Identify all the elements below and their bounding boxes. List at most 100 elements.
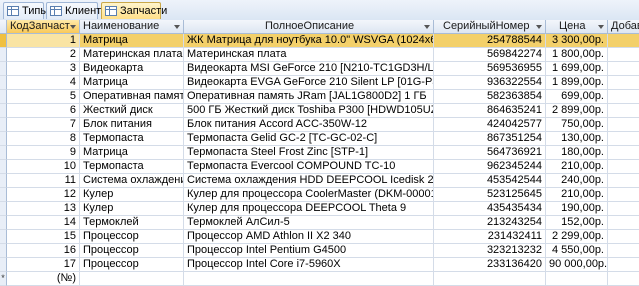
row-selector[interactable] (0, 62, 7, 76)
row-selector[interactable] (0, 216, 7, 230)
cell-serial[interactable]: 424042577 (434, 118, 546, 132)
cell-description[interactable]: Видеокарта EVGA GeForce 210 Silent LP [0… (184, 76, 434, 90)
cell-id[interactable]: 16 (7, 244, 80, 258)
cell-price[interactable]: 152,00р. (546, 216, 608, 230)
cell-serial[interactable]: 564736921 (434, 146, 546, 160)
cell-price[interactable]: 1 800,00р. (546, 48, 608, 62)
cell-name[interactable]: Процессор (80, 230, 184, 244)
cell-serial[interactable]: 453542544 (434, 174, 546, 188)
cell-name[interactable]: Видеокарта (80, 62, 184, 76)
cell-description[interactable]: Термопаста Evercool COMPOUND TC-10 (184, 160, 434, 174)
cell-description[interactable]: Процессор AMD Athlon II X2 340 (184, 230, 434, 244)
cell-price[interactable]: 190,00р. (546, 202, 608, 216)
cell-name[interactable]: Термопаста (80, 132, 184, 146)
cell-id[interactable]: 13 (7, 202, 80, 216)
cell-description[interactable]: Термоклей АлСил-5 (184, 216, 434, 230)
table-row[interactable]: 2 Материнская плата Материнская плата 56984… (0, 48, 639, 62)
new-record-cell[interactable] (608, 272, 639, 286)
cell-serial[interactable]: 231432411 (434, 230, 546, 244)
table-row[interactable]: 4 Матрица Видеокарта EVGA GeForce 210 Sile… (0, 76, 639, 90)
table-row[interactable]: 3 Видеокарта Видеокарта MSI GeForce 210 [N… (0, 62, 639, 76)
table-row[interactable]: 13 Кулер Кулер для процессора DEEPCOOL The… (0, 202, 639, 216)
cell-price[interactable]: 3 300,00р. (546, 34, 608, 48)
chevron-down-icon[interactable] (598, 25, 604, 29)
cell-name[interactable]: Система охлаждения (80, 174, 184, 188)
table-row[interactable]: 1 Матрица ЖК Матрица для ноутбука 10.0" WS… (0, 34, 639, 48)
tab-parts[interactable]: Запчасти (101, 2, 167, 19)
cell-price[interactable]: 2 899,00р. (546, 104, 608, 118)
row-selector[interactable] (0, 174, 7, 188)
row-selector[interactable] (0, 104, 7, 118)
cell-name[interactable]: Оперативная память (80, 90, 184, 104)
cell-id[interactable]: 12 (7, 188, 80, 202)
table-row[interactable]: 7 Блок питания Блок питания Accord ACC-350… (0, 118, 639, 132)
cell-serial[interactable]: 936322554 (434, 76, 546, 90)
cell-price[interactable]: 90 000,00р. (546, 258, 608, 272)
column-header-add[interactable]: Добав (608, 20, 639, 34)
cell-price[interactable]: 130,00р. (546, 132, 608, 146)
cell-description[interactable]: Оперативная память JRam [JAL1G800D2] 1 Г… (184, 90, 434, 104)
select-all-corner[interactable] (0, 20, 7, 34)
cell-id[interactable]: 9 (7, 146, 80, 160)
cell-serial[interactable]: 233136420 (434, 258, 546, 272)
cell-price[interactable]: 210,00р. (546, 160, 608, 174)
cell-id[interactable]: 1 (7, 34, 80, 48)
row-selector[interactable] (0, 132, 7, 146)
new-record-cell[interactable] (434, 272, 546, 286)
table-row[interactable]: 9 Матрица Термопаста Steel Frost Zinc [STP… (0, 146, 639, 160)
cell-serial[interactable]: 962345244 (434, 160, 546, 174)
chevron-down-icon[interactable] (174, 25, 180, 29)
chevron-down-icon[interactable] (70, 25, 76, 29)
cell-serial[interactable]: 254788544 (434, 34, 546, 48)
cell-id[interactable]: 11 (7, 174, 80, 188)
new-record-row[interactable]: * (№) (0, 272, 639, 286)
row-selector[interactable] (0, 202, 7, 216)
cell-id[interactable]: 6 (7, 104, 80, 118)
cell-description[interactable]: Термопаста Steel Frost Zinc [STP-1] (184, 146, 434, 160)
cell-description[interactable]: Система охлаждения HDD DEEPCOOL Icedisk … (184, 174, 434, 188)
cell-add[interactable] (608, 146, 639, 160)
column-header-price[interactable]: Цена (546, 20, 608, 34)
cell-name[interactable]: Кулер (80, 202, 184, 216)
cell-add[interactable] (608, 132, 639, 146)
table-row[interactable]: 10 Термопаста Термопаста Evercool COMPOUND… (0, 160, 639, 174)
table-row[interactable]: 14 Термоклей Термоклей АлСил-5 213243254 152… (0, 216, 639, 230)
cell-add[interactable] (608, 230, 639, 244)
cell-description[interactable]: Видеокарта MSI GeForce 210 [N210-TC1GD3H… (184, 62, 434, 76)
row-selector[interactable] (0, 146, 7, 160)
cell-add[interactable] (608, 62, 639, 76)
row-selector[interactable] (0, 76, 7, 90)
cell-price[interactable]: 2 299,00р. (546, 230, 608, 244)
cell-description[interactable]: ЖК Матрица для ноутбука 10.0" WSVGA (102… (184, 34, 434, 48)
cell-price[interactable]: 180,00р. (546, 146, 608, 160)
cell-price[interactable]: 240,00р. (546, 174, 608, 188)
cell-price[interactable]: 1 899,00р. (546, 76, 608, 90)
cell-id[interactable]: 10 (7, 160, 80, 174)
row-selector[interactable] (0, 34, 7, 48)
cell-name[interactable]: Процессор (80, 244, 184, 258)
row-selector[interactable] (0, 118, 7, 132)
cell-add[interactable] (608, 48, 639, 62)
cell-name[interactable]: Матрица (80, 34, 184, 48)
table-row[interactable]: 16 Процессор Процессор Intel Pentium G4500… (0, 244, 639, 258)
cell-id[interactable]: 8 (7, 132, 80, 146)
cell-add[interactable] (608, 258, 639, 272)
cell-add[interactable] (608, 216, 639, 230)
cell-description[interactable]: Блок питания Accord ACC-350W-12 (184, 118, 434, 132)
cell-description[interactable]: Процессор Intel Core i7-5960X (184, 258, 434, 272)
cell-price[interactable]: 750,00р. (546, 118, 608, 132)
table-row[interactable]: 5 Оперативная память Оперативная память JR… (0, 90, 639, 104)
cell-name[interactable]: Термопаста (80, 160, 184, 174)
table-row[interactable]: 8 Термопаста Термопаста Gelid GC-2 [TC-GC-… (0, 132, 639, 146)
cell-add[interactable] (608, 90, 639, 104)
cell-add[interactable] (608, 34, 639, 48)
cell-name[interactable]: Матрица (80, 146, 184, 160)
cell-name[interactable]: Матрица (80, 76, 184, 90)
cell-serial[interactable]: 867351254 (434, 132, 546, 146)
cell-id[interactable]: 4 (7, 76, 80, 90)
cell-id[interactable]: 3 (7, 62, 80, 76)
cell-add[interactable] (608, 76, 639, 90)
cell-id[interactable]: 14 (7, 216, 80, 230)
cell-description[interactable]: Процессор Intel Pentium G4500 (184, 244, 434, 258)
cell-name[interactable]: Кулер (80, 188, 184, 202)
